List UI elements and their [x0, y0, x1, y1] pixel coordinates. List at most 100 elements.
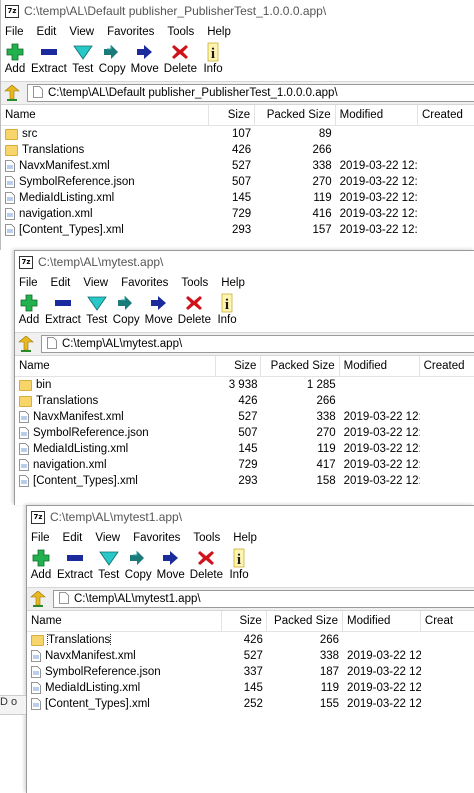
- column-created[interactable]: Creat: [421, 611, 474, 631]
- 7zip-app-icon: 7z: [19, 255, 33, 269]
- file-icon: [19, 475, 29, 487]
- copy-button[interactable]: Copy: [124, 547, 153, 582]
- file-list: Name Size Packed Size Modified Created s…: [1, 105, 474, 238]
- path-input[interactable]: C:\temp\AL\Default publisher_PublisherTe…: [27, 84, 474, 102]
- info-button[interactable]: i Info: [215, 292, 239, 327]
- file-name: navigation.xml: [19, 208, 93, 220]
- test-button[interactable]: Test: [71, 41, 95, 76]
- up-folder-icon[interactable]: [17, 335, 35, 353]
- title-bar[interactable]: 7z C:\temp\AL\Default publisher_Publishe…: [1, 0, 474, 22]
- table-row[interactable]: Translations 426 266: [1, 142, 474, 158]
- menu-item-view[interactable]: View: [83, 277, 108, 289]
- extract-button[interactable]: Extract: [44, 292, 82, 327]
- column-packed-size[interactable]: Packed Size: [255, 105, 336, 125]
- table-row[interactable]: MediaIdListing.xml 145 119 2019-03-22 12…: [1, 190, 474, 206]
- file-name: Translations: [46, 634, 112, 646]
- column-size[interactable]: Size: [216, 356, 262, 376]
- file-name: [Content_Types].xml: [33, 475, 138, 487]
- column-packed-size[interactable]: Packed Size: [261, 356, 340, 376]
- table-row[interactable]: SymbolReference.json 507 270 2019-03-22 …: [15, 425, 474, 441]
- table-row[interactable]: MediaIdListing.xml 145 119 2019-03-22 12…: [27, 680, 474, 696]
- table-row[interactable]: src 107 89: [1, 126, 474, 142]
- up-folder-icon[interactable]: [29, 590, 47, 608]
- copy-button[interactable]: Copy: [98, 41, 127, 76]
- table-row[interactable]: bin 3 938 1 285: [15, 377, 474, 393]
- menu-item-help[interactable]: Help: [233, 532, 257, 544]
- table-row[interactable]: [Content_Types].xml 293 158 2019-03-22 1…: [15, 473, 474, 489]
- menu-item-help[interactable]: Help: [221, 277, 245, 289]
- cell-size: 107: [231, 128, 252, 140]
- title-bar[interactable]: 7z C:\temp\AL\mytest1.app\: [27, 506, 474, 528]
- delete-button[interactable]: Delete: [189, 547, 224, 582]
- table-row[interactable]: Translations 426 266: [15, 393, 474, 409]
- column-size[interactable]: Size: [209, 105, 256, 125]
- table-row[interactable]: SymbolReference.json 507 270 2019-03-22 …: [1, 174, 474, 190]
- cell-size: 527: [238, 411, 258, 423]
- info-icon: i: [228, 548, 250, 568]
- menu-item-favorites[interactable]: Favorites: [107, 26, 154, 38]
- x-icon: [169, 42, 191, 62]
- menu-item-edit[interactable]: Edit: [51, 277, 71, 289]
- add-button[interactable]: Add: [29, 547, 53, 582]
- extract-button[interactable]: Extract: [30, 41, 68, 76]
- table-row[interactable]: SymbolReference.json 337 187 2019-03-22 …: [27, 664, 474, 680]
- column-name[interactable]: Name: [1, 105, 209, 125]
- column-name[interactable]: Name: [27, 611, 223, 631]
- menu-item-tools[interactable]: Tools: [193, 532, 220, 544]
- add-button[interactable]: Add: [17, 292, 41, 327]
- table-row[interactable]: Translations 426 266: [27, 632, 474, 648]
- copy-button[interactable]: Copy: [112, 292, 141, 327]
- cell-name: [Content_Types].xml: [1, 224, 209, 236]
- column-size[interactable]: Size: [222, 611, 267, 631]
- table-row[interactable]: [Content_Types].xml 293 157 2019-03-22 1…: [1, 222, 474, 238]
- test-button[interactable]: Test: [97, 547, 121, 582]
- menu-item-file[interactable]: File: [5, 26, 24, 38]
- extract-button[interactable]: Extract: [56, 547, 94, 582]
- delete-label: Delete: [177, 314, 212, 326]
- delete-button[interactable]: Delete: [177, 292, 212, 327]
- title-bar[interactable]: 7z C:\temp\AL\mytest.app\: [15, 251, 474, 273]
- menu-item-view[interactable]: View: [95, 532, 120, 544]
- menu-item-help[interactable]: Help: [207, 26, 231, 38]
- cell-name: navigation.xml: [15, 459, 216, 471]
- move-button[interactable]: Move: [130, 41, 160, 76]
- up-folder-icon[interactable]: [3, 84, 21, 102]
- column-modified[interactable]: Modified: [343, 611, 421, 631]
- path-input[interactable]: C:\temp\AL\mytest.app\: [41, 335, 474, 353]
- arrow-right-icon: [148, 293, 170, 313]
- table-row[interactable]: navigation.xml 729 416 2019-03-22 12:19: [1, 206, 474, 222]
- menu-item-tools[interactable]: Tools: [167, 26, 194, 38]
- menu-item-edit[interactable]: Edit: [37, 26, 57, 38]
- menu-item-file[interactable]: File: [31, 532, 50, 544]
- move-button[interactable]: Move: [144, 292, 174, 327]
- move-button[interactable]: Move: [156, 547, 186, 582]
- table-row[interactable]: [Content_Types].xml 252 155 2019-03-22 1…: [27, 696, 474, 712]
- column-created[interactable]: Created: [418, 105, 474, 125]
- menu-item-tools[interactable]: Tools: [181, 277, 208, 289]
- file-name: NavxManifest.xml: [19, 160, 110, 172]
- menu-item-edit[interactable]: Edit: [63, 532, 83, 544]
- column-packed-size[interactable]: Packed Size: [267, 611, 343, 631]
- path-input[interactable]: C:\temp\AL\mytest1.app\: [53, 590, 474, 608]
- column-modified[interactable]: Modified: [336, 105, 418, 125]
- table-row[interactable]: NavxManifest.xml 527 338 2019-03-22 12:5…: [27, 648, 474, 664]
- table-row[interactable]: NavxManifest.xml 527 338 2019-03-22 12:5…: [15, 409, 474, 425]
- menu-item-favorites[interactable]: Favorites: [133, 532, 180, 544]
- test-button[interactable]: Test: [85, 292, 109, 327]
- table-row[interactable]: NavxManifest.xml 527 338 2019-03-22 12:1…: [1, 158, 474, 174]
- column-created[interactable]: Created: [420, 356, 474, 376]
- table-row[interactable]: MediaIdListing.xml 145 119 2019-03-22 12…: [15, 441, 474, 457]
- column-name[interactable]: Name: [15, 356, 217, 376]
- table-row[interactable]: navigation.xml 729 417 2019-03-22 12:56: [15, 457, 474, 473]
- info-button[interactable]: i Info: [201, 41, 225, 76]
- cell-size: 293: [238, 475, 258, 487]
- toolbar: Add Extract Test Copy Move Delete i Info: [1, 41, 474, 81]
- info-button[interactable]: i Info: [227, 547, 251, 582]
- menu-item-view[interactable]: View: [69, 26, 94, 38]
- menu-item-favorites[interactable]: Favorites: [121, 277, 168, 289]
- info-label: Info: [229, 569, 249, 581]
- add-button[interactable]: Add: [3, 41, 27, 76]
- column-modified[interactable]: Modified: [340, 356, 420, 376]
- menu-item-file[interactable]: File: [19, 277, 38, 289]
- delete-button[interactable]: Delete: [163, 41, 198, 76]
